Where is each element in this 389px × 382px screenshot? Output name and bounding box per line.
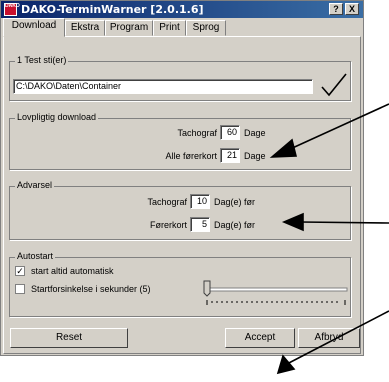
arrow-to-warning — [299, 221, 389, 224]
arrow-to-download — [287, 103, 389, 151]
annotation-arrows — [269, 103, 389, 375]
tab-download[interactable]: Download — [3, 18, 65, 37]
arrow-to-accept — [284, 310, 389, 366]
